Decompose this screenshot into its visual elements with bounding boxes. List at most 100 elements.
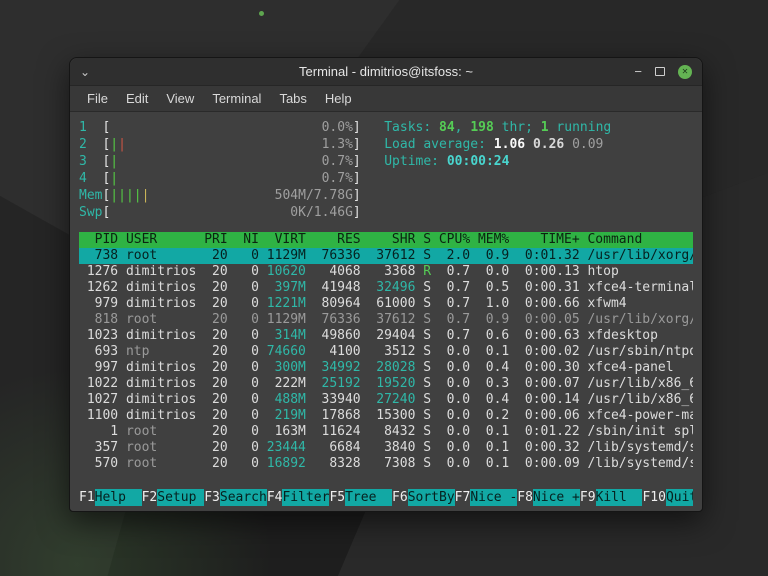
- cell-s: S: [423, 392, 431, 408]
- column-header-virt[interactable]: VIRT: [267, 232, 306, 248]
- cell-user: root: [126, 440, 196, 456]
- cell-s: S: [423, 456, 431, 472]
- process-row[interactable]: 1100dimitrios200219M1786815300S0.00.20:0…: [79, 408, 693, 424]
- cell-time: 0:01.22: [517, 424, 580, 440]
- cell-cmd: xfwm4: [587, 296, 626, 312]
- cell-cmd: /lib/systemd/sy: [587, 456, 693, 472]
- fnkey-f9[interactable]: F9Kill: [580, 489, 643, 506]
- terminal-content[interactable]: 1[0.0%]2[||1.3%]3[|0.7%]4[|0.7%]Mem[||||…: [70, 112, 702, 511]
- cell-res: 11624: [314, 424, 361, 440]
- cell-cpu: 0.0: [439, 360, 470, 376]
- cell-shr: 61000: [368, 296, 415, 312]
- fnkey-f7[interactable]: F7Nice -: [455, 489, 518, 506]
- menu-item-help[interactable]: Help: [316, 91, 361, 106]
- tasks-summary: Tasks: 84, 198 thr; 1 running: [384, 119, 611, 136]
- process-row[interactable]: 979dimitrios2001221M8096461000S0.71.00:0…: [79, 296, 693, 312]
- fnkey-label: Nice +: [533, 489, 580, 506]
- process-row[interactable]: 357root2002344466843840S0.00.10:00.32/li…: [79, 440, 693, 456]
- fnkey-f5[interactable]: F5Tree: [329, 489, 392, 506]
- cell-ni: 0: [235, 392, 258, 408]
- meter-bracket-open: [: [102, 120, 110, 135]
- fnkey-number: F1: [79, 490, 95, 505]
- tasks-count: 84: [439, 120, 455, 135]
- fnkey-f6[interactable]: F6SortBy: [392, 489, 455, 506]
- column-header-mem[interactable]: MEM%: [478, 232, 509, 248]
- menu-item-terminal[interactable]: Terminal: [203, 91, 270, 106]
- process-row[interactable]: 1027dimitrios200488M3394027240S0.00.40:0…: [79, 392, 693, 408]
- cell-mem: 0.1: [478, 440, 509, 456]
- meter-label: Mem: [79, 187, 102, 204]
- cell-ni: 0: [235, 424, 258, 440]
- column-header-pid[interactable]: PID: [79, 232, 118, 248]
- process-row[interactable]: 1276dimitrios2001062040683368R0.70.00:00…: [79, 264, 693, 280]
- process-row[interactable]: 1022dimitrios200222M2519219520S0.00.30:0…: [79, 376, 693, 392]
- cell-mem: 1.0: [478, 296, 509, 312]
- titlebar[interactable]: ⌄ Terminal - dimitrios@itsfoss: ~ − ✕: [70, 58, 702, 86]
- process-row[interactable]: 818root2001129M7633637612S0.70.90:00.05/…: [79, 312, 693, 328]
- meter-label: 2: [79, 136, 102, 153]
- cell-res: 4068: [314, 264, 361, 280]
- cell-s: S: [423, 344, 431, 360]
- process-row[interactable]: 1023dimitrios200314M4986029404S0.70.60:0…: [79, 328, 693, 344]
- cell-ni: 0: [235, 328, 258, 344]
- fnkey-f4[interactable]: F4Filter: [267, 489, 330, 506]
- column-header-cpu[interactable]: CPU%: [439, 232, 470, 248]
- menu-item-tabs[interactable]: Tabs: [270, 91, 315, 106]
- column-header-res[interactable]: RES: [314, 232, 361, 248]
- process-row[interactable]: 738root2001129M7633637612S2.00.90:01.32/…: [79, 248, 693, 264]
- process-row[interactable]: 693ntp2007466041003512S0.00.10:00.02/usr…: [79, 344, 693, 360]
- meter-mem: Mem[|||||504M/7.78G]: [79, 187, 361, 204]
- menu-item-view[interactable]: View: [157, 91, 203, 106]
- meter-tick: |: [110, 171, 118, 186]
- fnkey-f8[interactable]: F8Nice +: [517, 489, 580, 506]
- fnkey-f1[interactable]: F1Help: [79, 489, 142, 506]
- cell-user: root: [126, 456, 196, 472]
- cell-virt: 488M: [267, 392, 306, 408]
- process-row[interactable]: 997dimitrios200300M3499228028S0.00.40:00…: [79, 360, 693, 376]
- column-header-pri[interactable]: PRI: [204, 232, 227, 248]
- cell-s: S: [423, 376, 431, 392]
- fnkey-number: F4: [267, 490, 283, 505]
- meter-4: 4[|0.7%]: [79, 170, 361, 187]
- cell-time: 0:01.32: [517, 248, 580, 264]
- cell-virt: 222M: [267, 376, 306, 392]
- cell-mem: 0.4: [478, 392, 509, 408]
- process-row[interactable]: 1root200163M116248432S0.00.10:01.22/sbin…: [79, 424, 693, 440]
- window-title: Terminal - dimitrios@itsfoss: ~: [70, 64, 702, 79]
- fnkey-f10[interactable]: F10Quit: [642, 489, 693, 506]
- cell-time: 0:00.14: [517, 392, 580, 408]
- menu-bar: FileEditViewTerminalTabsHelp: [70, 86, 702, 112]
- maximize-icon[interactable]: [655, 63, 665, 81]
- close-icon[interactable]: ✕: [678, 65, 692, 79]
- meter-tick: |: [110, 154, 118, 169]
- menu-item-edit[interactable]: Edit: [117, 91, 157, 106]
- table-header-row[interactable]: PID USER PRI NI VIRT RES SHR S CPU% MEM% TIME+ Comm…: [79, 232, 693, 248]
- column-header-ni[interactable]: NI: [235, 232, 258, 248]
- cell-cpu: 0.0: [439, 456, 470, 472]
- fnkey-f2[interactable]: F2Setup: [142, 489, 205, 506]
- fnkey-label: Quit: [666, 489, 693, 506]
- fnkey-f3[interactable]: F3Search: [204, 489, 267, 506]
- cell-res: 8328: [314, 456, 361, 472]
- menu-item-file[interactable]: File: [78, 91, 117, 106]
- cell-res: 49860: [314, 328, 361, 344]
- column-header-s[interactable]: S: [423, 232, 431, 248]
- cell-user: dimitrios: [126, 328, 196, 344]
- meter-tick: |: [110, 137, 118, 152]
- minimize-icon[interactable]: −: [634, 65, 642, 78]
- fnkey-label: Nice -: [470, 489, 517, 506]
- cell-virt: 1129M: [267, 248, 306, 264]
- column-header-cmd[interactable]: Command: [587, 232, 642, 248]
- process-row[interactable]: 570root2001689283287308S0.00.10:00.09/li…: [79, 456, 693, 472]
- cell-time: 0:00.13: [517, 264, 580, 280]
- process-row[interactable]: 1262dimitrios200397M4194832496S0.70.50:0…: [79, 280, 693, 296]
- cell-user: dimitrios: [126, 264, 196, 280]
- column-header-time[interactable]: TIME+: [517, 232, 580, 248]
- window-menu-icon[interactable]: ⌄: [80, 66, 90, 78]
- column-header-shr[interactable]: SHR: [368, 232, 415, 248]
- meter-value: 0.0%: [322, 120, 353, 135]
- column-header-user[interactable]: USER: [126, 232, 196, 248]
- meter-bar: ||1.3%: [110, 136, 353, 153]
- cell-cpu: 0.0: [439, 344, 470, 360]
- tasks-label: Tasks:: [384, 120, 439, 135]
